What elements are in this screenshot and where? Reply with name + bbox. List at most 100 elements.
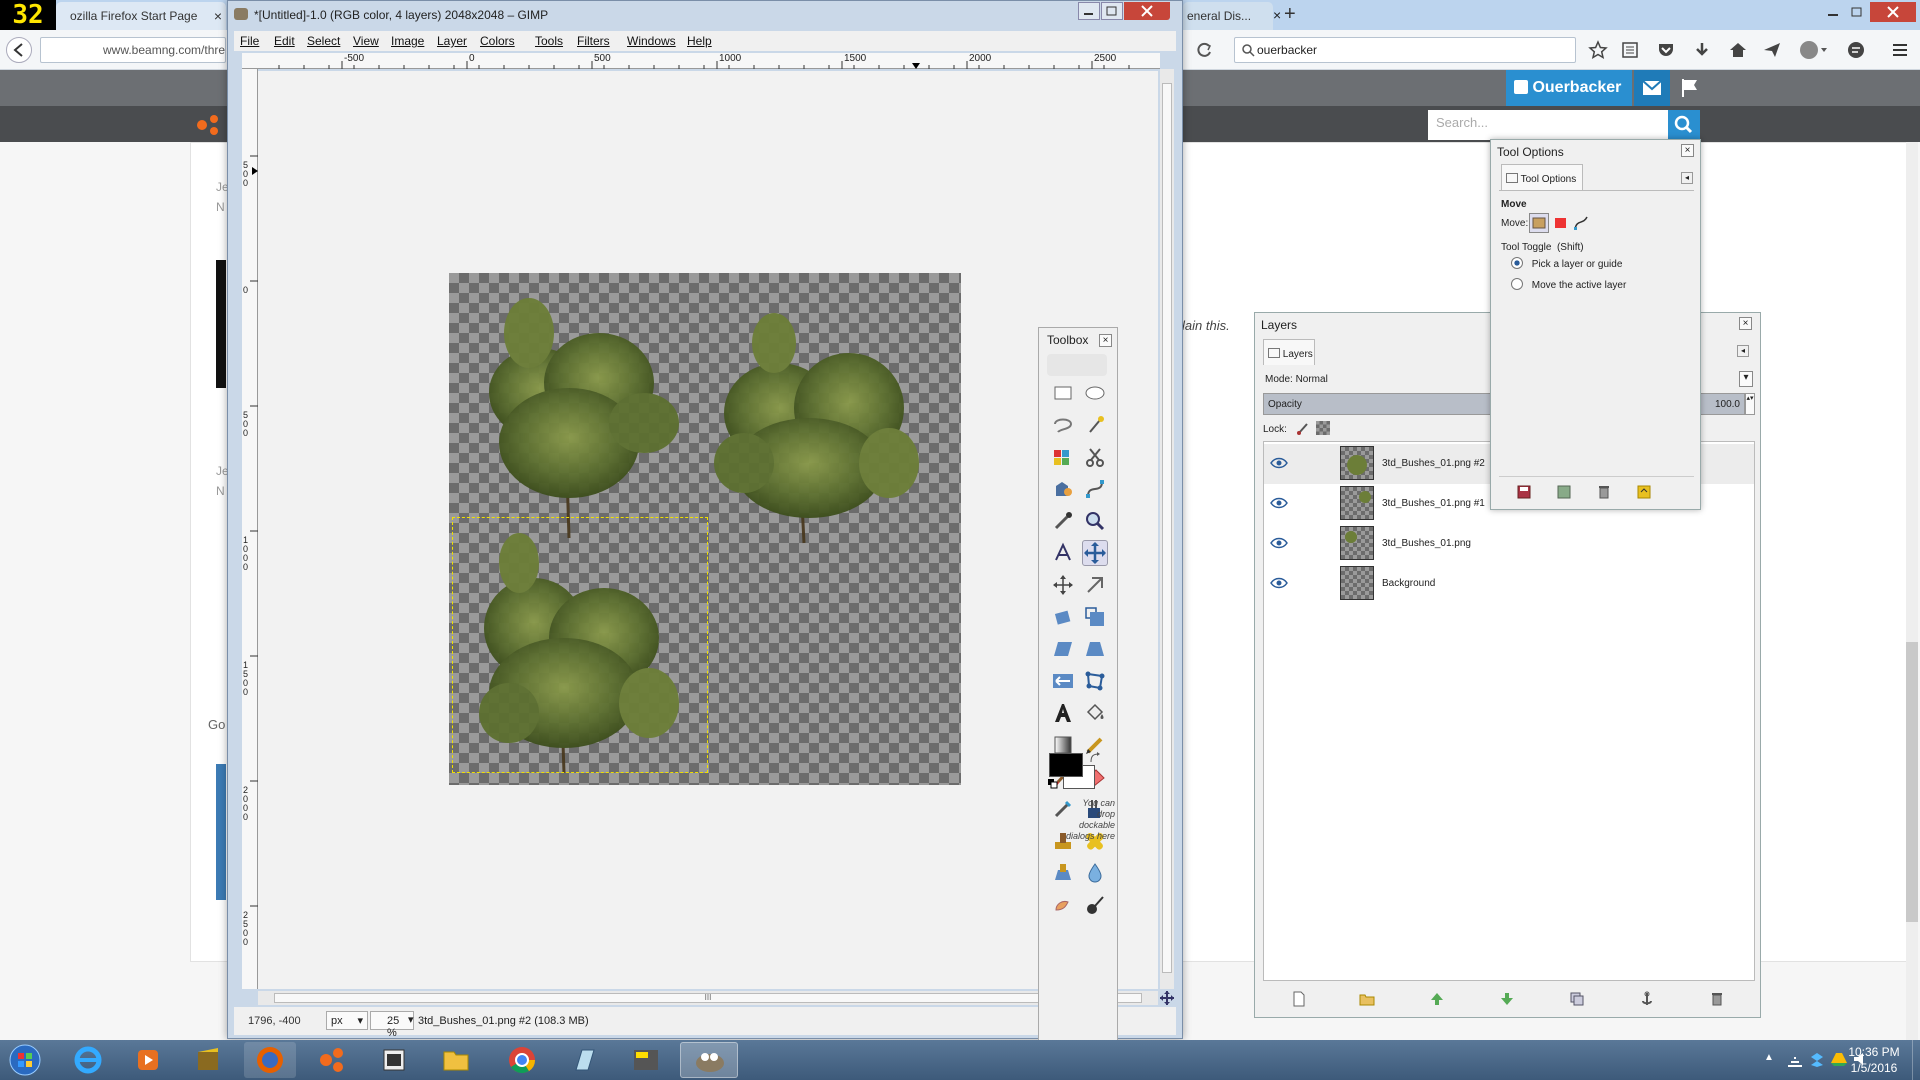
internet-explorer-icon[interactable] [62,1042,114,1078]
restore-options-icon[interactable] [1557,485,1571,499]
user-menu[interactable]: Ouerbacker [1506,70,1632,106]
gimp-minimize-icon[interactable] [1078,2,1100,20]
visibility-eye-icon[interactable] [1270,536,1288,550]
opacity-stepper[interactable]: ▴▾ [1745,393,1755,415]
menu-icon[interactable] [1890,40,1910,60]
bucket-fill-tool[interactable] [1082,700,1108,726]
beamng-taskbar-icon[interactable] [306,1042,358,1078]
search-bar[interactable]: ouerbacker [1234,37,1576,63]
menu-image[interactable]: Image [391,34,424,48]
menu-filters[interactable]: Filters [577,34,610,48]
layer-row-3[interactable]: Background [1264,564,1754,604]
tab-menu-icon[interactable]: ◂ [1737,345,1749,357]
media-player-icon[interactable] [122,1042,174,1078]
url-bar[interactable]: www.beamng.com/thre [40,37,226,63]
unit-select[interactable]: px ▾ [326,1011,368,1030]
scroll-thumb[interactable]: III [274,993,1142,1003]
lock-alpha-icon[interactable] [1316,421,1331,435]
fuzzy-select-tool[interactable] [1082,412,1108,438]
adblock-icon[interactable] [1798,39,1828,61]
file-explorer-icon[interactable] [430,1042,482,1078]
scale-tool[interactable] [1082,604,1108,630]
download-icon[interactable] [1692,40,1712,60]
paths-tool[interactable] [1082,476,1108,502]
visibility-eye-icon[interactable] [1270,496,1288,510]
radio-move-active[interactable]: Move the active layer [1511,278,1626,291]
menu-colors[interactable]: Colors [480,34,515,48]
default-colors-icon[interactable] [1048,779,1058,789]
minimize-icon[interactable] [1822,4,1844,20]
smudge-tool[interactable] [1050,892,1076,918]
navigate-icon[interactable] [1160,991,1174,1005]
delete-options-icon[interactable] [1597,485,1611,499]
dodge-burn-tool[interactable] [1082,892,1108,918]
select-by-color-tool[interactable] [1050,444,1076,470]
vertical-scrollbar[interactable] [1160,69,1174,989]
toolbox-close-icon[interactable]: × [1099,334,1112,347]
free-select-tool[interactable] [1050,412,1076,438]
scroll-thumb[interactable] [1162,83,1172,973]
flip-tool[interactable] [1050,668,1076,694]
movie-maker-icon[interactable] [182,1042,234,1078]
move-path-icon[interactable] [1573,215,1589,231]
perspective-tool[interactable] [1082,636,1108,662]
restore-icon[interactable] [1846,4,1868,20]
perspective-clone-tool[interactable] [1050,860,1076,886]
radio-pick-layer[interactable]: Pick a layer or guide [1511,257,1622,270]
duplicate-layer-icon[interactable] [1569,991,1585,1007]
gimp-taskbar-icon[interactable] [680,1042,738,1078]
bookmarks-list-icon[interactable] [1620,40,1640,60]
new-tab-button[interactable]: + [1284,3,1296,26]
foreground-select-tool[interactable] [1050,476,1076,502]
gimp-close-icon[interactable] [1124,2,1170,20]
move-tool[interactable] [1082,540,1108,566]
alerts-flag-icon[interactable] [1672,70,1708,106]
new-layer-icon[interactable] [1291,991,1307,1007]
horizontal-ruler[interactable]: -500 0 500 1000 1500 2000 2500 [242,53,1160,69]
menu-help[interactable]: Help [687,34,712,48]
start-button[interactable] [2,1042,48,1078]
reset-options-icon[interactable] [1637,485,1651,499]
rect-select-tool[interactable] [1050,380,1076,406]
notepad-icon[interactable] [558,1042,610,1078]
foreground-color-swatch[interactable] [1049,753,1083,777]
delete-layer-icon[interactable] [1709,991,1725,1007]
move-layer-icon[interactable] [1529,213,1549,233]
page-scrollbar[interactable] [1906,142,1918,1040]
back-icon[interactable] [6,37,32,63]
rotate-tool[interactable] [1050,604,1076,630]
crop-tool[interactable] [1082,572,1108,598]
visibility-eye-icon[interactable] [1270,576,1288,590]
game-icon[interactable] [620,1042,672,1078]
site-logo-icon[interactable] [196,114,222,136]
tab-close-icon[interactable]: × [1273,7,1281,23]
reload-icon[interactable] [1196,41,1214,59]
anchor-layer-icon[interactable] [1639,991,1655,1007]
horizontal-scrollbar[interactable]: III [258,991,1158,1005]
new-layer-group-icon[interactable] [1359,991,1375,1007]
menu-file[interactable]: File [240,34,259,48]
menu-layer[interactable]: Layer [437,34,467,48]
align-tool[interactable] [1050,572,1076,598]
tray-dropbox-icon[interactable] [1808,1050,1826,1068]
menu-tools[interactable]: Tools [535,34,563,48]
site-search-input[interactable]: Search... [1428,110,1668,140]
chrome-icon[interactable] [496,1042,548,1078]
send-icon[interactable] [1762,40,1782,60]
menu-windows[interactable]: Windows [627,34,676,48]
visibility-eye-icon[interactable] [1270,456,1288,470]
move-selection-icon[interactable] [1553,215,1569,231]
layers-close-icon[interactable]: × [1739,317,1752,330]
shear-tool[interactable] [1050,636,1076,662]
ellipse-select-tool[interactable] [1082,380,1108,406]
pocket-icon[interactable] [1656,40,1676,60]
measure-tool[interactable] [1050,540,1076,566]
chat-icon[interactable] [1846,40,1866,60]
layer-name[interactable]: 3td_Bushes_01.png [1382,538,1471,549]
menu-view[interactable]: View [353,34,379,48]
gimp-restore-icon[interactable] [1101,2,1123,20]
tray-network-icon[interactable] [1786,1050,1804,1068]
raise-layer-icon[interactable] [1429,991,1445,1007]
tab-menu-icon[interactable]: ◂ [1681,172,1693,184]
blur-tool[interactable] [1082,860,1108,886]
